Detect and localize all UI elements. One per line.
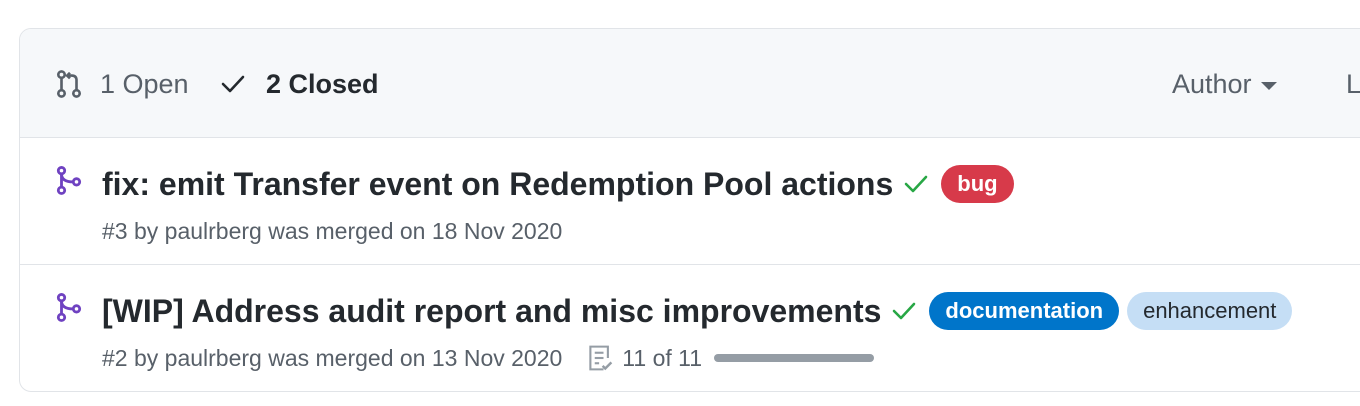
- author-filter-dropdown[interactable]: Author: [1172, 67, 1277, 101]
- pr-title-line: fix: emit Transfer event on Redemption P…: [102, 164, 1022, 204]
- checklist-progress-bar: [714, 354, 875, 362]
- pr-meta: #3 by paulrberg was merged on 18 Nov 202…: [102, 216, 562, 246]
- pr-title-link[interactable]: [WIP] Address audit report and misc impr…: [102, 291, 881, 331]
- pr-row: [WIP] Address audit report and misc impr…: [20, 265, 1360, 391]
- label-bug[interactable]: bug: [941, 165, 1014, 203]
- label-enhancement[interactable]: enhancement: [1127, 292, 1293, 330]
- label-documentation[interactable]: documentation: [929, 292, 1120, 330]
- pr-meta-text: #2 by paulrberg was merged on 13 Nov 202…: [102, 345, 563, 371]
- check-icon[interactable]: [891, 300, 917, 322]
- pr-title-link[interactable]: fix: emit Transfer event on Redemption P…: [102, 164, 893, 204]
- pr-meta: #2 by paulrberg was merged on 13 Nov 202…: [102, 343, 875, 373]
- checklist-icon: [589, 345, 613, 371]
- task-checklist: 11 of 11: [586, 343, 875, 373]
- open-count-label: 1 Open: [100, 69, 189, 99]
- pr-row: fix: emit Transfer event on Redemption P…: [20, 138, 1360, 265]
- author-filter-label: Author: [1172, 69, 1252, 99]
- checklist-count: 11 of 11: [622, 345, 703, 371]
- closed-count-label: 2 Closed: [266, 69, 379, 99]
- pr-meta-text: #3 by paulrberg was merged on 18 Nov 202…: [102, 218, 563, 244]
- check-icon: [221, 75, 245, 93]
- open-state-tab[interactable]: 1 Open: [54, 67, 189, 101]
- pr-title-line: [WIP] Address audit report and misc impr…: [102, 291, 1300, 331]
- caret-down-icon: [1260, 81, 1277, 90]
- label-filter-dropdown[interactable]: Label: [1346, 67, 1360, 101]
- git-pull-request-icon: [56, 70, 82, 98]
- pr-list-box: 1 Open 2 Closed Author Label fix: emit T…: [19, 28, 1360, 392]
- pr-list-header: 1 Open 2 Closed Author Label: [20, 29, 1360, 138]
- closed-state-tab[interactable]: 2 Closed: [220, 67, 379, 101]
- git-merge-icon: [56, 166, 82, 195]
- git-merge-icon: [56, 293, 82, 322]
- check-icon[interactable]: [903, 173, 929, 195]
